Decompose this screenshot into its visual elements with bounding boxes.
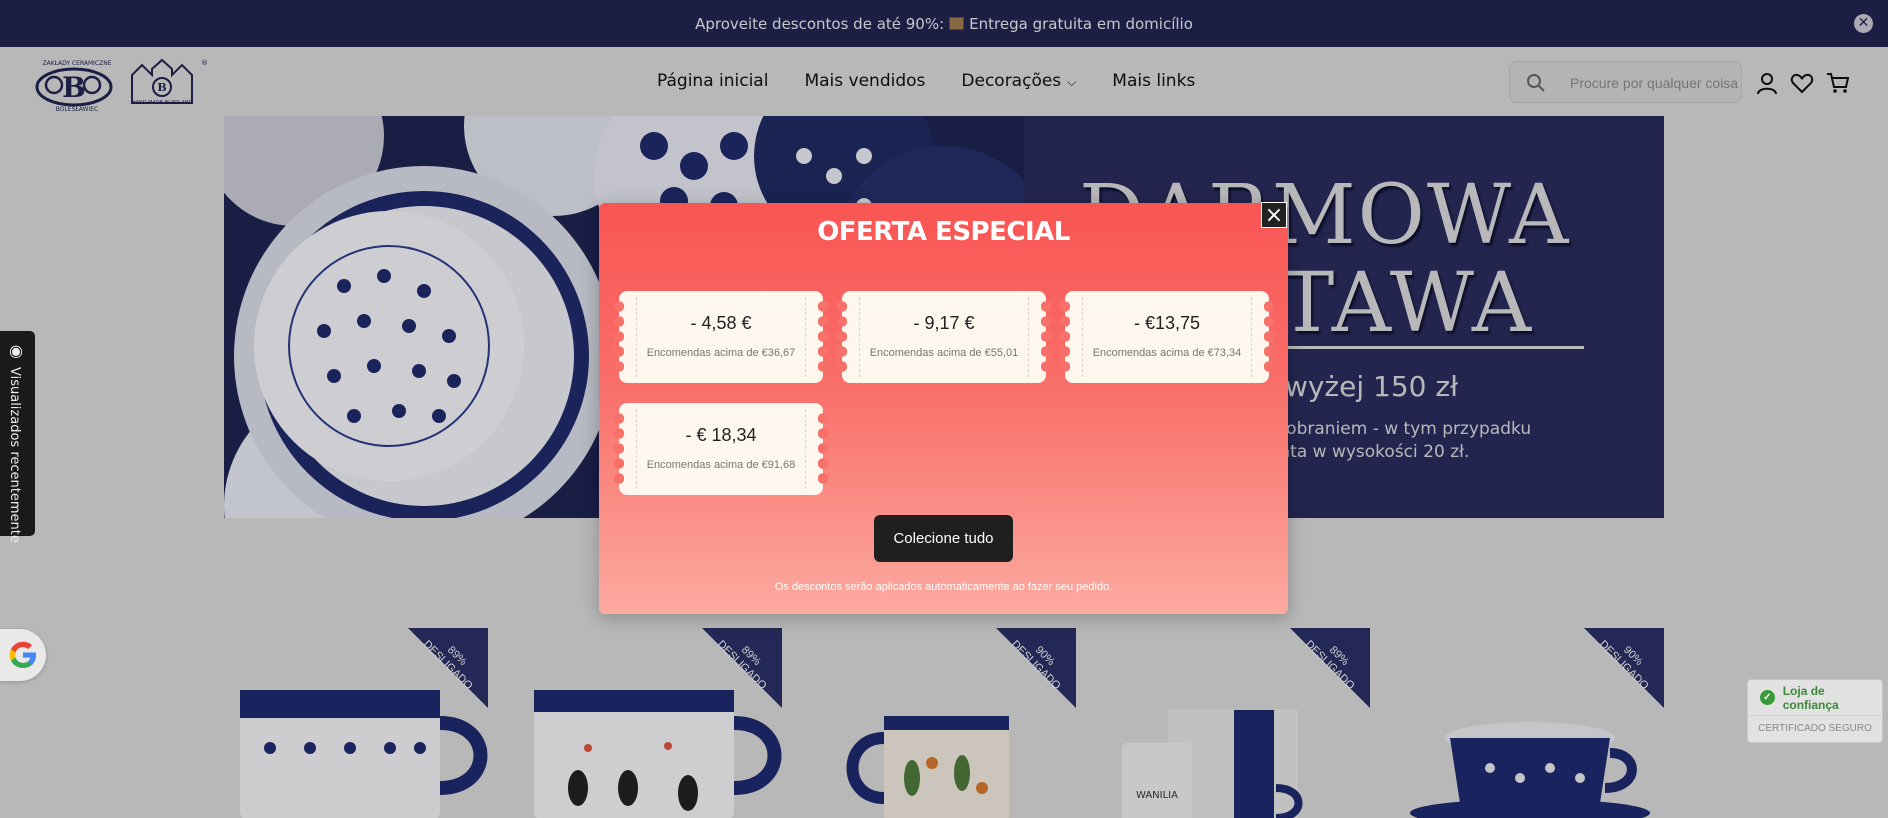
trusted-store-label: ✓ Loja de confiança [1748,680,1882,716]
check-shield-icon: ✓ [1760,690,1775,705]
coupon-notch [1264,299,1274,375]
collect-all-button[interactable]: Colecione tudo [874,515,1013,562]
coupon-notch [837,299,847,375]
coupon-condition: Encomendas acima de €91,68 [646,459,796,471]
coupon-condition: Encomendas acima de €55,01 [869,347,1019,359]
coupon-notch [1041,299,1051,375]
coupon-amount: - € 18,34 [685,425,757,445]
special-offer-modal: × OFERTA ESPECIAL - 4,58 € Encomendas ac… [599,202,1288,614]
coupon-notch [614,411,624,487]
coupon-amount: - €13,75 [1133,313,1201,333]
coupon-card[interactable]: - 9,17 € Encomendas acima de €55,01 [837,291,1051,383]
trusted-store-text: Loja de confiança [1782,683,1839,712]
coupon-amount: - 9,17 € [913,313,975,333]
coupon-condition: Encomendas acima de €36,67 [646,347,796,359]
coupon-notch [818,299,828,375]
coupon-condition: Encomendas acima de €73,34 [1092,347,1242,359]
coupon-card[interactable]: - € 18,34 Encomendas acima de €91,68 [614,403,828,495]
modal-title: OFERTA ESPECIAL [817,217,1070,247]
eye-icon: ◉ [9,341,23,360]
modal-footer-note: Os descontos serão aplicados automaticam… [774,581,1113,593]
google-icon [9,641,36,668]
secure-certificate-label: CERTIFICADO SEGURO [1758,723,1872,734]
recently-viewed-tab[interactable]: ◉ Visualizados recentemente [0,331,35,543]
coupon-amount: - 4,58 € [690,313,752,333]
coupon-notch [818,411,828,487]
coupon-notch [614,299,624,375]
trusted-store-badge[interactable]: ✓ Loja de confiança CERTIFICADO SEGURO [1747,679,1883,743]
coupon-card[interactable]: - €13,75 Encomendas acima de €73,34 [1060,291,1274,383]
coupon-card[interactable]: - 4,58 € Encomendas acima de €36,67 [614,291,828,383]
recently-viewed-label: Visualizados recentemente [7,367,22,543]
coupon-notch [1060,299,1070,375]
